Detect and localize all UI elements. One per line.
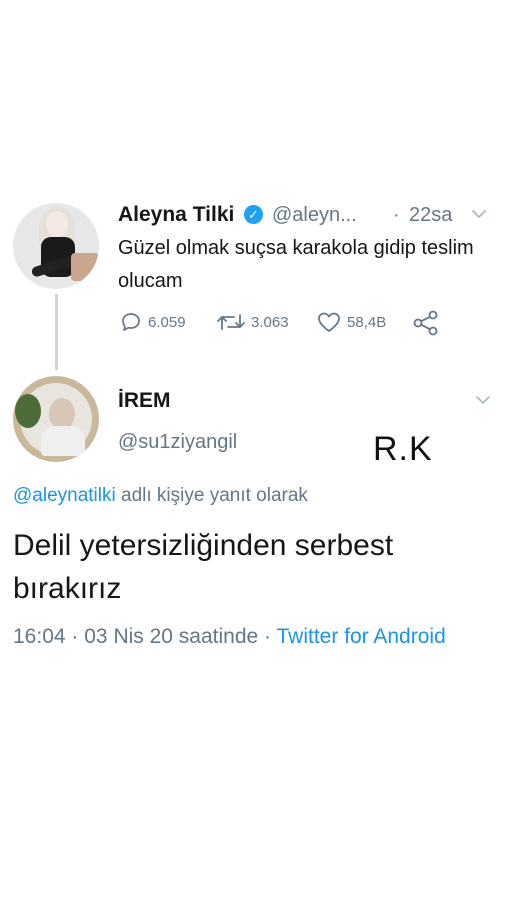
avatar-head bbox=[46, 211, 68, 237]
replying-mention-link[interactable]: @aleynatilki bbox=[13, 485, 116, 506]
tweet-meta: 16:04 · 03 Nis 20 saatinde · Twitter for… bbox=[13, 620, 493, 653]
verified-badge-icon: ✓ bbox=[244, 205, 263, 224]
reply-author-name[interactable]: İREM bbox=[118, 389, 171, 413]
reply-date: 03 Nis 20 saatinde bbox=[84, 625, 259, 648]
tweet-time[interactable]: 22sa bbox=[409, 204, 452, 227]
heart-icon bbox=[318, 312, 340, 332]
avatar-shirt bbox=[41, 426, 85, 456]
avatar-plant bbox=[15, 394, 41, 428]
tweet-text: Güzel olmak suçsa karakola gidip teslim … bbox=[118, 237, 474, 292]
meta-separator: · bbox=[71, 625, 79, 648]
meta-separator: · bbox=[264, 625, 272, 648]
chevron-down-icon[interactable] bbox=[474, 391, 492, 409]
replying-suffix: adlı kişiye yanıt olarak bbox=[115, 485, 308, 506]
share-action[interactable] bbox=[412, 310, 445, 336]
separator-dot: · bbox=[393, 204, 400, 226]
reply-action[interactable]: 6.059 bbox=[119, 310, 186, 334]
share-icon bbox=[413, 310, 438, 336]
replying-to: @aleynatilki adlı kişiye yanıt olarak bbox=[13, 485, 308, 507]
tweet-source-link[interactable]: Twitter for Android bbox=[277, 625, 446, 648]
avatar-table bbox=[71, 253, 99, 281]
avatar-irem[interactable] bbox=[13, 376, 99, 462]
like-count: 58,4B bbox=[347, 313, 387, 331]
overlay-initials: R.K bbox=[373, 430, 433, 468]
retweet-action[interactable]: 3.063 bbox=[216, 310, 289, 334]
author-handle[interactable]: @aleyn... bbox=[272, 204, 357, 227]
reply-count: 6.059 bbox=[148, 313, 186, 331]
avatar-aleyna[interactable] bbox=[13, 203, 99, 289]
retweet-count: 3.063 bbox=[251, 313, 289, 331]
reply-icon bbox=[122, 313, 140, 331]
reply-text: Delil yetersizliğinden serbest bırakırız bbox=[13, 529, 394, 605]
author-name[interactable]: Aleyna Tilki bbox=[118, 203, 234, 227]
retweet-icon bbox=[217, 314, 245, 330]
tweet-actions: 6.059 3.063 58,4B bbox=[0, 310, 508, 336]
reply-time: 16:04 bbox=[13, 625, 66, 648]
like-action[interactable]: 58,4B bbox=[316, 310, 386, 334]
chevron-down-icon[interactable] bbox=[470, 205, 488, 223]
reply-author-handle[interactable]: @su1ziyangil bbox=[118, 431, 237, 454]
